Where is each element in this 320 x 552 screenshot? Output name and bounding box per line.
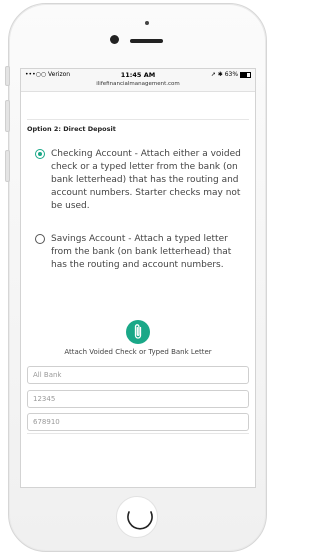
- bluetooth-icon: ✱: [217, 71, 223, 78]
- bank-name-field[interactable]: All Bank: [27, 366, 249, 384]
- earpiece-speaker: [130, 39, 163, 43]
- section-title: Option 2: Direct Deposit: [27, 125, 116, 133]
- radio-savings[interactable]: [35, 234, 45, 244]
- battery-status: ➚ ✱ 63%: [211, 71, 251, 78]
- volume-down-button: [5, 150, 10, 182]
- location-icon: ➚: [210, 71, 216, 78]
- phone-screen: •••○○ Verizon 11:45 AM ➚ ✱ 63% ilifefina…: [20, 68, 256, 488]
- front-camera: [110, 35, 119, 44]
- routing-number-value: 12345: [33, 395, 56, 403]
- silent-switch: [5, 66, 10, 86]
- battery-icon: [240, 71, 251, 78]
- volume-up-button: [5, 100, 10, 132]
- option-checking-text: Checking Account - Attach either a voide…: [51, 149, 241, 211]
- option-savings-text: Savings Account - Attach a typed letter …: [51, 234, 232, 270]
- camera-dot: [145, 21, 149, 25]
- attach-file-button[interactable]: [126, 320, 150, 344]
- bank-name-value: All Bank: [33, 371, 62, 379]
- routing-number-field[interactable]: 12345: [27, 390, 249, 408]
- section-divider: [27, 119, 249, 120]
- account-number-field[interactable]: 678910: [27, 413, 249, 431]
- attach-label: Attach Voided Check or Typed Bank Letter: [64, 348, 212, 356]
- home-button-ring-icon: [127, 511, 153, 530]
- account-number-value: 678910: [33, 418, 60, 426]
- paperclip-icon: [134, 324, 142, 339]
- battery-percent: 63%: [224, 71, 239, 78]
- radio-checking-selected[interactable]: [35, 149, 45, 159]
- address-bar-url[interactable]: ilifefinancialmanagement.com: [21, 81, 255, 87]
- section-divider-bottom: [27, 433, 249, 434]
- status-bar: •••○○ Verizon 11:45 AM ➚ ✱ 63% ilifefina…: [21, 69, 255, 92]
